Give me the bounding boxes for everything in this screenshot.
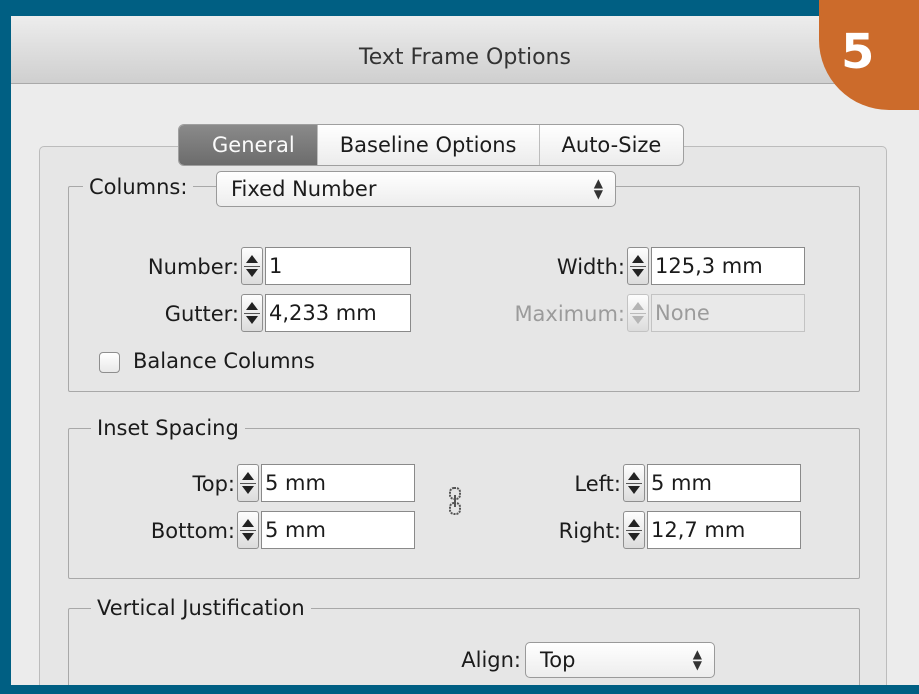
chain-link-icon[interactable]	[445, 486, 465, 516]
tab-baseline-options[interactable]: Baseline Options	[316, 125, 539, 165]
text-frame-options-dialog: Text Frame Options General Baseline Opti…	[11, 16, 919, 685]
bottom-stepper[interactable]	[237, 511, 259, 549]
left-input[interactable]: 5 mm	[647, 464, 801, 502]
width-stepper[interactable]	[627, 247, 649, 285]
stepper-up-icon	[246, 302, 258, 310]
bottom-input[interactable]: 5 mm	[261, 511, 415, 549]
stepper-up-icon	[628, 472, 640, 480]
align-select[interactable]: Top ▲ ▼	[525, 642, 715, 678]
align-value: Top	[540, 648, 576, 672]
width-field: 125,3 mm	[627, 247, 805, 285]
balance-columns-checkbox[interactable]	[99, 352, 120, 373]
stepper-up-icon	[632, 302, 644, 310]
stepper-down-icon	[246, 269, 258, 277]
maximum-stepper	[627, 294, 649, 332]
left-label: Left:	[574, 472, 621, 496]
right-input[interactable]: 12,7 mm	[647, 511, 801, 549]
stepper-down-icon	[242, 486, 254, 494]
number-stepper[interactable]	[241, 247, 263, 285]
title-bar[interactable]: Text Frame Options	[11, 16, 919, 84]
right-stepper[interactable]	[623, 511, 645, 549]
columns-mode-select[interactable]: Fixed Number ▲ ▼	[216, 171, 616, 207]
number-label: Number:	[147, 255, 239, 279]
stepper-up-icon	[628, 519, 640, 527]
stepper-up-icon	[246, 255, 258, 263]
maximum-input: None	[651, 294, 805, 332]
bottom-label: Bottom:	[150, 519, 235, 543]
left-stepper[interactable]	[623, 464, 645, 502]
balance-columns-label[interactable]: Balance Columns	[133, 349, 315, 373]
top-label: Top:	[192, 472, 235, 496]
stepper-down-icon	[628, 533, 640, 541]
stepper-down-icon	[628, 486, 640, 494]
gutter-input[interactable]: 4,233 mm	[265, 294, 411, 332]
stepper-down-icon	[242, 533, 254, 541]
right-label: Right:	[558, 519, 621, 543]
stepper-down-icon	[632, 269, 644, 277]
number-input[interactable]: 1	[265, 247, 411, 285]
select-arrows-icon: ▲ ▼	[692, 647, 702, 672]
stepper-down-icon	[632, 316, 644, 324]
gutter-field: 4,233 mm	[241, 294, 411, 332]
tab-auto-size[interactable]: Auto-Size	[538, 125, 684, 165]
stepper-up-icon	[242, 472, 254, 480]
stepper-up-icon	[242, 519, 254, 527]
bottom-field: 5 mm	[237, 511, 415, 549]
top-input[interactable]: 5 mm	[261, 464, 415, 502]
tab-general[interactable]: General	[179, 125, 317, 165]
align-label: Align:	[461, 648, 521, 672]
right-field: 12,7 mm	[623, 511, 801, 549]
stepper-up-icon	[632, 255, 644, 263]
width-input[interactable]: 125,3 mm	[651, 247, 805, 285]
maximum-field: None	[627, 294, 805, 332]
tab-bar: General Baseline Options Auto-Size	[178, 124, 685, 166]
maximum-label: Maximum:	[514, 302, 625, 326]
number-field: 1	[241, 247, 411, 285]
inset-spacing-title: Inset Spacing	[91, 416, 245, 440]
vertical-justification-title: Vertical Justification	[91, 596, 311, 620]
left-field: 5 mm	[623, 464, 801, 502]
stepper-down-icon	[246, 316, 258, 324]
dialog-title: Text Frame Options	[359, 45, 571, 70]
top-field: 5 mm	[237, 464, 415, 502]
width-label: Width:	[556, 255, 625, 279]
gutter-stepper[interactable]	[241, 294, 263, 332]
select-arrows-icon: ▲ ▼	[593, 176, 603, 201]
step-number: 5	[841, 24, 875, 80]
top-stepper[interactable]	[237, 464, 259, 502]
columns-label: Columns:	[83, 175, 194, 199]
columns-mode-value: Fixed Number	[231, 177, 377, 201]
gutter-label: Gutter:	[164, 302, 239, 326]
